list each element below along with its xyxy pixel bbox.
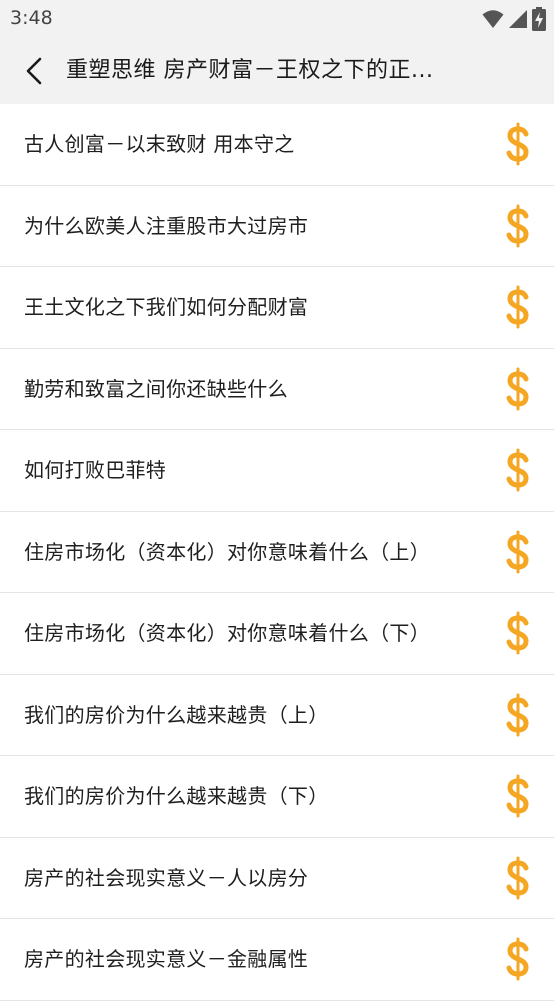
- wifi-icon: [482, 10, 504, 28]
- cellular-signal-icon: [509, 10, 527, 28]
- dollar-icon: [506, 285, 529, 329]
- list-item[interactable]: 我们的房价为什么越来越贵（上）: [0, 675, 554, 756]
- list-item[interactable]: 王土文化之下我们如何分配财富: [0, 267, 554, 349]
- dollar-icon: [506, 611, 529, 655]
- list-item[interactable]: 我们的房价为什么越来越贵（下）: [0, 756, 554, 838]
- list-item-title: 古人创富－以末致财 用本守之: [24, 132, 295, 156]
- back-button[interactable]: [12, 48, 56, 94]
- list-item[interactable]: 房产的社会现实意义－人以房分: [0, 838, 554, 919]
- dollar-icon: [506, 122, 529, 166]
- list-item[interactable]: 古人创富－以末致财 用本守之: [0, 104, 554, 186]
- dollar-icon: [506, 856, 529, 899]
- list-item[interactable]: 住房市场化（资本化）对你意味着什么（上）: [0, 512, 554, 593]
- list-item-title: 房产的社会现实意义－金融属性: [24, 947, 309, 971]
- list-item-title: 王土文化之下我们如何分配财富: [24, 295, 309, 319]
- dollar-icon: [506, 693, 529, 736]
- list-item-title: 住房市场化（资本化）对你意味着什么（上）: [24, 539, 430, 564]
- list-item[interactable]: 为什么欧美人注重股市大过房市: [0, 186, 554, 267]
- list-item-title: 住房市场化（资本化）对你意味着什么（下）: [24, 621, 430, 645]
- list-item-title: 房产的社会现实意义－人以房分: [24, 865, 309, 890]
- list-item[interactable]: 如何打败巴菲特: [0, 430, 554, 512]
- status-time: 3:48: [10, 7, 53, 29]
- list-item[interactable]: 勤劳和致富之间你还缺些什么: [0, 349, 554, 430]
- dollar-icon: [506, 367, 529, 410]
- lesson-list: 古人创富－以末致财 用本守之 为什么欧美人注重股市大过房市 王土文化之下我们如何分配…: [0, 104, 554, 1001]
- chevron-left-icon: [26, 57, 42, 85]
- list-item[interactable]: 房产的社会现实意义－金融属性: [0, 919, 554, 1001]
- dollar-icon: [506, 448, 529, 492]
- list-item-title: 如何打败巴菲特: [24, 458, 167, 482]
- status-bar: 3:48: [0, 0, 554, 38]
- status-icons: [482, 6, 546, 32]
- list-item-title: 我们的房价为什么越来越贵（上）: [24, 702, 329, 727]
- list-item-title: 我们的房价为什么越来越贵（下）: [24, 784, 329, 808]
- dollar-icon: [506, 937, 529, 981]
- dollar-icon: [506, 204, 529, 247]
- list-item[interactable]: 住房市场化（资本化）对你意味着什么（下）: [0, 593, 554, 675]
- list-item-title: 为什么欧美人注重股市大过房市: [24, 213, 309, 238]
- dollar-icon: [506, 530, 529, 573]
- list-item-title: 勤劳和致富之间你还缺些什么: [24, 376, 288, 401]
- battery-charging-icon: [532, 7, 546, 31]
- app-header: 重塑思维 房产财富－王权之下的正...: [0, 38, 554, 104]
- dollar-icon: [506, 774, 529, 818]
- page-title: 重塑思维 房产财富－王权之下的正...: [66, 58, 434, 83]
